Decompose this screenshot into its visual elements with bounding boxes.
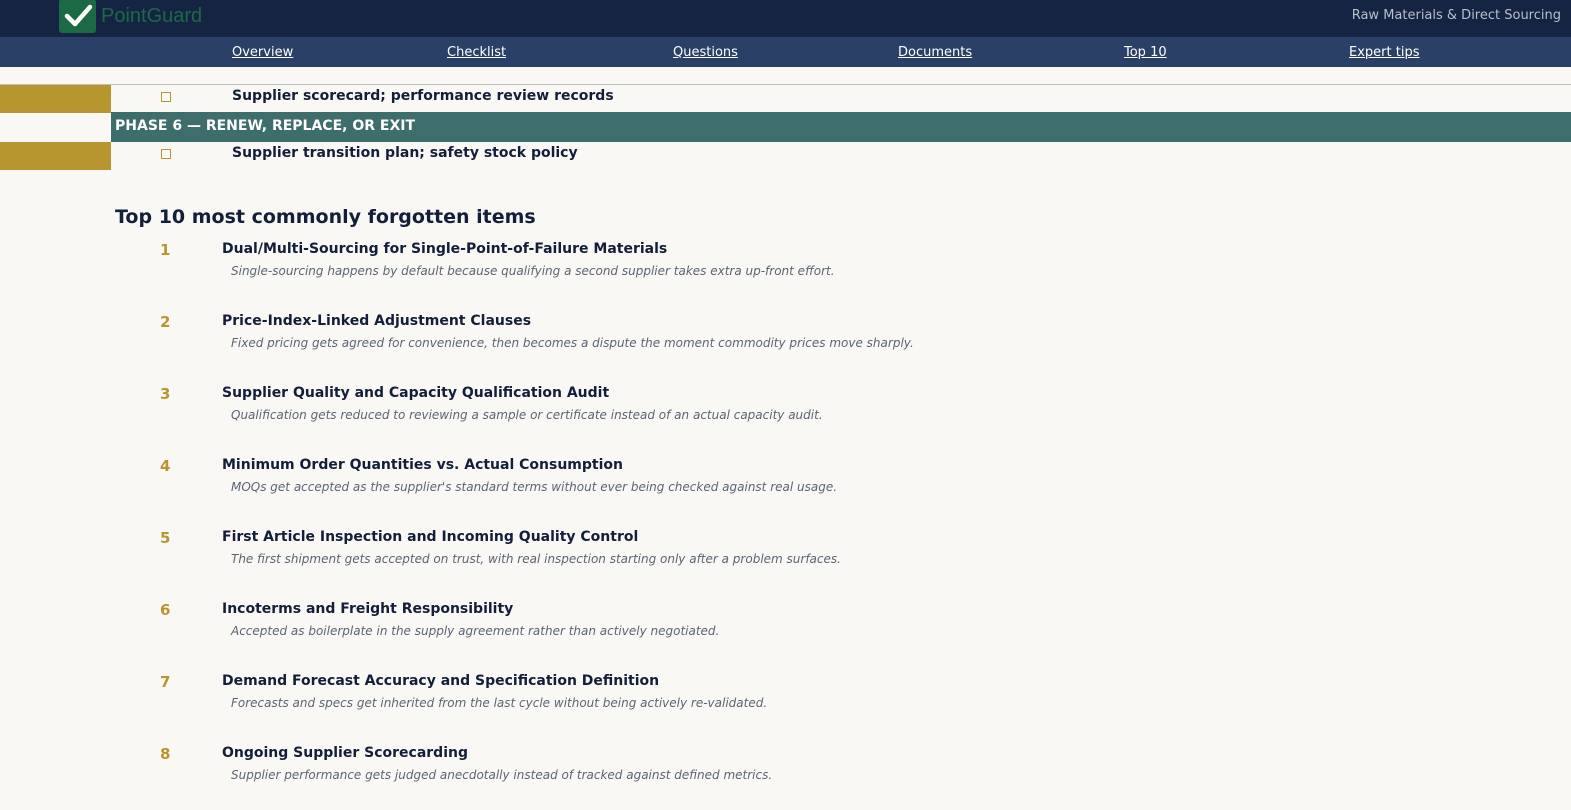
item-description: MOQs get accepted as the supplier's stan… — [231, 480, 838, 494]
nav-overview[interactable]: Overview — [232, 45, 293, 60]
item-description: The first shipment gets accepted on trus… — [231, 552, 841, 566]
item-number: 1 — [160, 241, 171, 259]
item-description: Supplier performance gets judged anecdot… — [231, 768, 773, 782]
nav-expert-tips[interactable]: Expert tips — [1349, 45, 1419, 60]
top10-item: 7 Demand Forecast Accuracy and Specifica… — [0, 673, 1571, 733]
checkbox[interactable] — [161, 149, 171, 159]
item-description: Accepted as boilerplate in the supply ag… — [231, 624, 720, 638]
row-marker — [0, 142, 111, 170]
nav-top-10[interactable]: Top 10 — [1124, 45, 1167, 60]
phase-heading-label: PHASE 6 — RENEW, REPLACE, OR EXIT — [115, 118, 416, 134]
item-title: Dual/Multi-Sourcing for Single-Point-of-… — [222, 241, 668, 257]
checkmark-icon — [59, 0, 96, 33]
item-number: 5 — [160, 529, 171, 547]
top10-item: 5 First Article Inspection and Incoming … — [0, 529, 1571, 589]
top10-item: 2 Price-Index-Linked Adjustment Clauses … — [0, 313, 1571, 373]
item-title: Supplier Quality and Capacity Qualificat… — [222, 385, 610, 401]
item-title: First Article Inspection and Incoming Qu… — [222, 529, 639, 545]
item-number: 6 — [160, 601, 171, 619]
nav-documents[interactable]: Documents — [898, 45, 972, 60]
checkbox[interactable] — [161, 92, 171, 102]
item-description: Forecasts and specs get inherited from t… — [231, 696, 768, 710]
item-number: 3 — [160, 385, 171, 403]
row-marker — [0, 85, 111, 113]
item-number: 2 — [160, 313, 171, 331]
item-description: Fixed pricing gets agreed for convenienc… — [231, 336, 914, 350]
item-number: 7 — [160, 673, 171, 691]
item-title: Ongoing Supplier Scorecarding — [222, 745, 468, 761]
phase-heading: PHASE 6 — RENEW, REPLACE, OR EXIT — [111, 112, 1571, 142]
logo-text: PointGuard — [101, 4, 203, 27]
top10-item: 1 Dual/Multi-Sourcing for Single-Point-o… — [0, 241, 1571, 301]
item-title: Demand Forecast Accuracy and Specificati… — [222, 673, 660, 689]
item-number: 8 — [160, 745, 171, 763]
item-description: Qualification gets reduced to reviewing … — [231, 408, 823, 422]
item-title: Minimum Order Quantities vs. Actual Cons… — [222, 457, 623, 473]
app-name: Raw Materials & Direct Sourcing — [1351, 8, 1561, 23]
nav-questions[interactable]: Questions — [673, 45, 738, 60]
item-title: Incoterms and Freight Responsibility — [222, 601, 514, 617]
top10-item: 4 Minimum Order Quantities vs. Actual Co… — [0, 457, 1571, 517]
top10-item: 8 Ongoing Supplier Scorecarding Supplier… — [0, 745, 1571, 805]
item-number: 4 — [160, 457, 171, 475]
logo[interactable]: PointGuard — [59, 0, 202, 33]
checklist-row: Supplier transition plan; safety stock p… — [0, 142, 1571, 170]
top10-item: 3 Supplier Quality and Capacity Qualific… — [0, 385, 1571, 445]
item-description: Single-sourcing happens by default becau… — [231, 264, 835, 278]
checklist-item-label: Supplier scorecard; performance review r… — [232, 88, 614, 104]
top10-heading: Top 10 most commonly forgotten items — [115, 206, 536, 228]
top10-item: 6 Incoterms and Freight Responsibility A… — [0, 601, 1571, 661]
nav-bar: Overview Checklist Questions Documents T… — [0, 37, 1571, 67]
item-title: Price-Index-Linked Adjustment Clauses — [222, 313, 532, 329]
checklist-item-label: Supplier transition plan; safety stock p… — [232, 145, 578, 161]
checklist-row: Supplier scorecard; performance review r… — [0, 85, 1571, 113]
nav-checklist[interactable]: Checklist — [447, 45, 506, 60]
top-header: PointGuard Raw Materials & Direct Sourci… — [0, 0, 1571, 37]
